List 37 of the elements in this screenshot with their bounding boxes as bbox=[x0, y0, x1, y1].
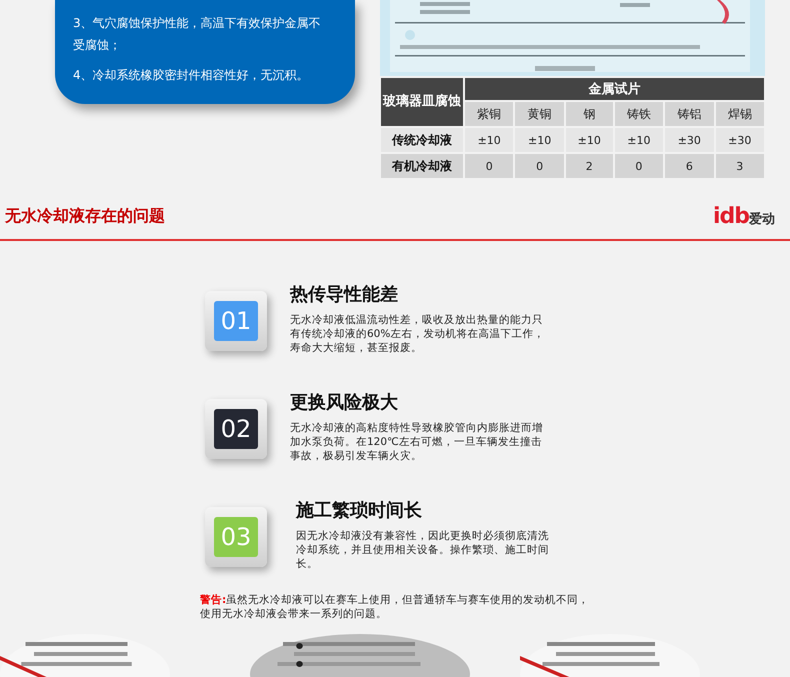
table-cell: ±30 bbox=[716, 128, 764, 152]
table-cell: 0 bbox=[465, 154, 514, 178]
table-cell: ±10 bbox=[465, 128, 514, 152]
column-header: 铸铁 bbox=[614, 102, 664, 126]
step-number: 03 bbox=[214, 517, 258, 557]
feature-text: 3、气穴腐蚀保护性能，高温下有效保护金属不受腐蚀； bbox=[73, 15, 322, 54]
table-cell: ±10 bbox=[566, 128, 613, 152]
table-cell: ±30 bbox=[665, 128, 714, 152]
problem-title: 更换风险极大 bbox=[290, 391, 399, 415]
table-cell: 0 bbox=[614, 154, 664, 178]
table-cell: ±10 bbox=[614, 128, 664, 152]
feature-text: 4、冷却系统橡胶密封件相容性好，无沉积。 bbox=[73, 67, 310, 84]
warning-text: 警告:虽然无水冷却液可以在赛车上使用，但普通轿车与赛车使用的发动机不同，使用无水冷却液会带来一系列的问题。 bbox=[200, 593, 590, 621]
table-header: 金属试片 bbox=[465, 78, 764, 100]
problem-description: 因无水冷却液没有兼容性，因此更换时必须彻底清洗冷却系统，并且使用相关设备。操作繁琐、施工时间长。 bbox=[296, 529, 550, 571]
logo-text: 爱动 bbox=[749, 210, 775, 228]
table-cell: 6 bbox=[665, 154, 714, 178]
column-header: 紫铜 bbox=[465, 102, 514, 126]
step-number: 02 bbox=[214, 409, 258, 449]
column-header: 钢 bbox=[566, 102, 613, 126]
table-cell: 0 bbox=[515, 154, 564, 178]
table-header: 玻璃器皿腐蚀 bbox=[381, 78, 463, 126]
logo-mark: idb bbox=[712, 204, 749, 228]
section-title: 无水冷却液存在的问题 bbox=[5, 206, 165, 226]
table-cell: ±10 bbox=[515, 128, 564, 152]
column-header: 焊锡 bbox=[716, 102, 764, 126]
problem-title: 施工繁琐时间长 bbox=[296, 499, 423, 523]
problem-description: 无水冷却液低温流动性差，吸收及放出热量的能力只有传统冷却液的60%左右，发动机将在高温下工作，寿命大大缩短，甚至报废。 bbox=[290, 313, 546, 355]
table-cell: 3 bbox=[716, 154, 764, 178]
column-header: 铸铝 bbox=[665, 102, 714, 126]
problem-description: 无水冷却液的高粘度特性导致橡胶管向内膨胀进而增加水泵负荷。在120℃左右可燃，一旦车辆发生撞击事故，极易引发车辆火灾。 bbox=[290, 421, 544, 463]
row-header: 传统冷却液 bbox=[381, 128, 463, 152]
step-number: 01 bbox=[214, 301, 258, 341]
column-header: 黄铜 bbox=[515, 102, 564, 126]
table-cell: 2 bbox=[566, 154, 613, 178]
row-header: 有机冷却液 bbox=[381, 154, 463, 178]
problem-title: 热传导性能差 bbox=[290, 283, 399, 307]
